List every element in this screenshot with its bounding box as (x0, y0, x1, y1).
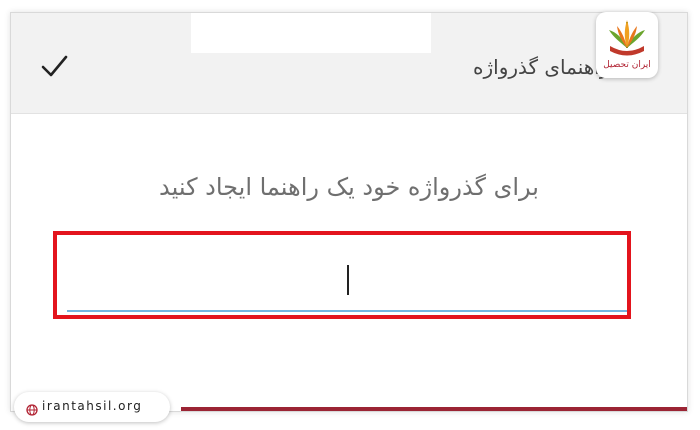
logo-label: ایران تحصیل (603, 60, 651, 70)
title-highlight (191, 13, 431, 53)
checkmark-icon[interactable] (39, 51, 69, 81)
text-caret (347, 265, 349, 295)
hint-input-underline (67, 310, 627, 312)
hint-input-highlight[interactable] (53, 231, 631, 319)
title-bar: راهنمای گذرواژه (11, 13, 687, 114)
password-hint-screen: راهنمای گذرواژه برای گذرواژه خود یک راهن… (10, 12, 688, 412)
page-title: راهنمای گذرواژه (473, 55, 610, 79)
site-url: irantahsil.org (42, 399, 143, 413)
bottom-accent-bar (181, 407, 687, 411)
site-watermark: irantahsil.org (14, 392, 170, 422)
globe-icon (26, 401, 38, 416)
irantahsil-logo: ایران تحصیل (596, 12, 658, 78)
hint-prompt-text: برای گذرواژه خود یک راهنما ایجاد کنید (159, 173, 539, 201)
